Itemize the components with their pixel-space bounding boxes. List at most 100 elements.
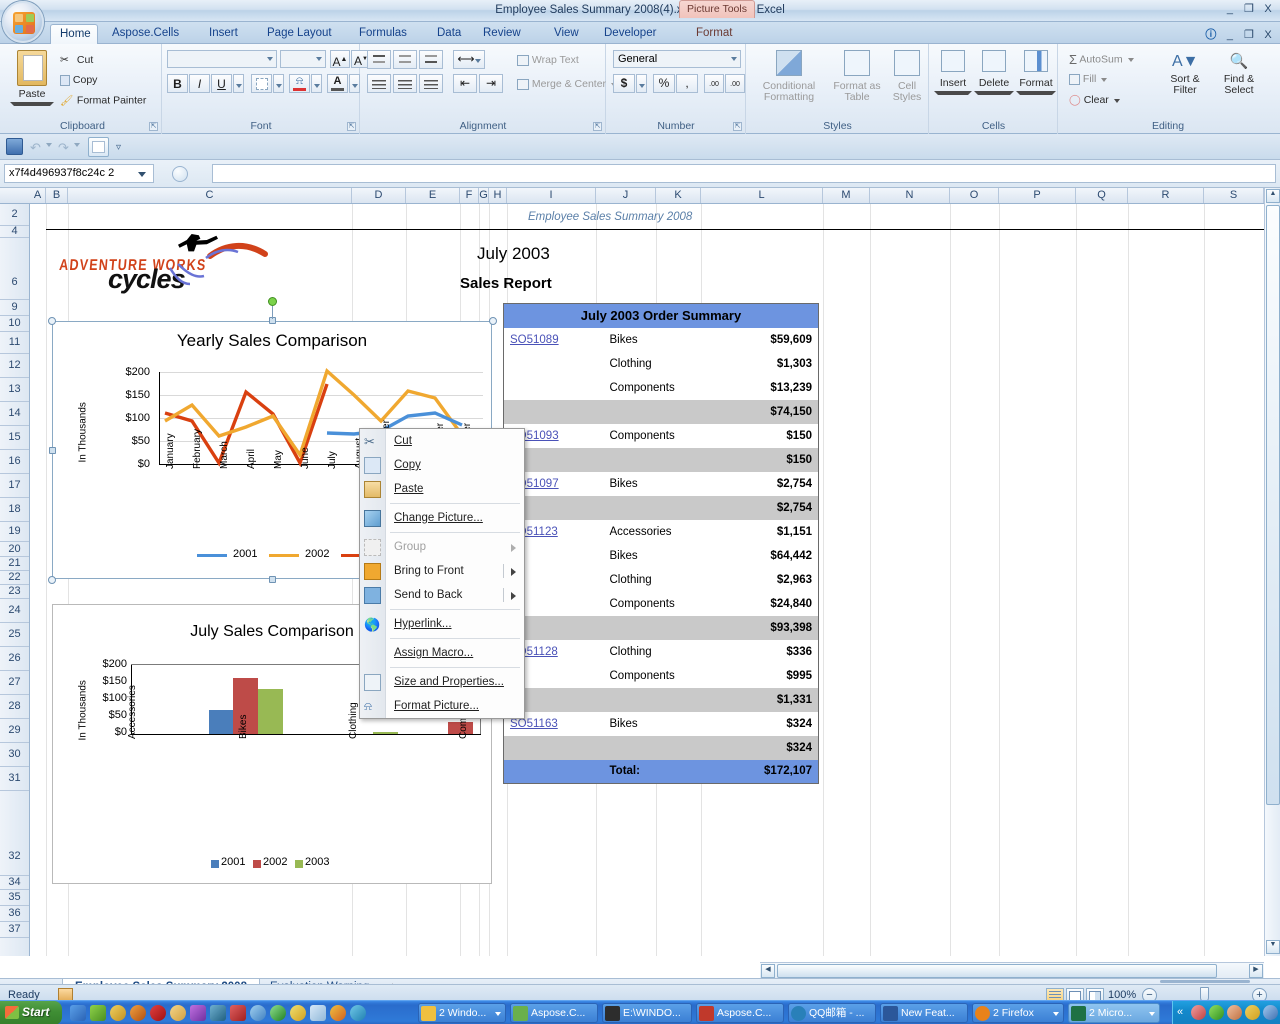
tray-overflow-icon[interactable]: «: [1177, 1006, 1183, 1018]
minimize-icon[interactable]: _: [1222, 3, 1238, 15]
conditional-formatting-button[interactable]: Conditional Formatting: [751, 50, 827, 103]
tab-formulas[interactable]: Formulas: [350, 24, 416, 44]
comma-format-button[interactable]: ,: [676, 74, 698, 93]
row-25[interactable]: 25: [0, 623, 29, 647]
row-20[interactable]: 20: [0, 542, 29, 557]
taskbar-button-excel[interactable]: 2 Micro...: [1068, 1003, 1160, 1023]
format-painter-button[interactable]: 🖌 Format Painter: [60, 94, 146, 107]
quicklaunch-icon-9[interactable]: [230, 1005, 246, 1021]
row-12[interactable]: 12: [0, 354, 29, 378]
row-30[interactable]: 30: [0, 743, 29, 767]
row-24[interactable]: 24: [0, 599, 29, 623]
taskbar-button-windows-explorer[interactable]: 2 Windo...: [418, 1003, 506, 1023]
wrap-text-button[interactable]: Wrap Text: [517, 54, 579, 66]
decrease-indent-button[interactable]: ⇤: [453, 74, 477, 93]
quicklaunch-icon-6[interactable]: [170, 1005, 186, 1021]
cell-styles-button[interactable]: Cell Styles: [886, 50, 928, 103]
ribbon-restore-icon[interactable]: ❐: [1241, 28, 1257, 41]
quicklaunch-chrome-icon[interactable]: [330, 1005, 346, 1021]
row-11[interactable]: 11: [0, 332, 29, 354]
orientation-button[interactable]: ⟷: [453, 50, 485, 69]
tab-view[interactable]: View: [545, 24, 588, 44]
row-22[interactable]: 22: [0, 571, 29, 585]
context-menu-item-bring-to-front[interactable]: Bring to Front: [360, 559, 524, 583]
name-box-dropdown-icon[interactable]: [138, 172, 146, 177]
align-center-button[interactable]: [393, 74, 417, 93]
undo-dropdown-icon[interactable]: [46, 143, 52, 147]
horizontal-scrollbar[interactable]: ◀ ▶: [760, 962, 1264, 978]
col-P[interactable]: P: [999, 188, 1076, 203]
align-bottom-button[interactable]: [419, 50, 443, 69]
row-17[interactable]: 17: [0, 474, 29, 498]
quicklaunch-icon-13[interactable]: [310, 1005, 326, 1021]
bold-button[interactable]: B: [167, 74, 188, 93]
vertical-scrollbar[interactable]: ▲ ▼: [1264, 188, 1280, 956]
scroll-right-button[interactable]: ▶: [1249, 964, 1263, 978]
office-button[interactable]: [2, 1, 44, 43]
col-C[interactable]: C: [68, 188, 352, 203]
resize-handle-sw[interactable]: [48, 576, 56, 584]
tab-review[interactable]: Review: [474, 24, 530, 44]
col-I[interactable]: I: [507, 188, 596, 203]
quicklaunch-firefox-icon[interactable]: [130, 1005, 146, 1021]
resize-handle-ne[interactable]: [489, 317, 497, 325]
copy-button[interactable]: Copy: [60, 74, 97, 86]
borders-button[interactable]: [251, 74, 272, 93]
row-28[interactable]: 28: [0, 695, 29, 719]
row-37[interactable]: 37: [0, 922, 29, 938]
tray-icon-4[interactable]: [1245, 1005, 1260, 1020]
col-B[interactable]: B: [46, 188, 68, 203]
formula-input[interactable]: [212, 164, 1276, 183]
taskbar-button-qq-mail[interactable]: QQ邮箱 - ...: [788, 1003, 876, 1023]
row-27[interactable]: 27: [0, 671, 29, 695]
quicklaunch-icon-1[interactable]: [70, 1005, 86, 1021]
help-icon[interactable]: ⓘ: [1203, 26, 1219, 42]
row-32[interactable]: 32: [0, 791, 29, 876]
tab-developer[interactable]: Developer: [595, 24, 665, 44]
quicklaunch-icon-15[interactable]: [350, 1005, 366, 1021]
context-menu-item-send-to-back[interactable]: Send to Back: [360, 583, 524, 607]
tray-icon-1[interactable]: [1191, 1005, 1206, 1020]
number-format-select[interactable]: General: [613, 50, 741, 68]
borders-dropdown[interactable]: [273, 74, 284, 93]
tray-icon-2[interactable]: [1209, 1005, 1224, 1020]
context-menu-item-assign-macro[interactable]: Assign Macro...: [360, 641, 524, 665]
fill-color-button[interactable]: ⍾: [289, 74, 310, 93]
tab-home[interactable]: Home: [50, 24, 98, 44]
row-2[interactable]: 2: [0, 204, 29, 226]
increase-font-size-button[interactable]: A▲: [330, 50, 350, 69]
row-31[interactable]: 31: [0, 767, 29, 791]
tab-page-layout[interactable]: Page Layout: [258, 24, 341, 44]
clipboard-dialog-launcher[interactable]: ⇱: [149, 122, 158, 131]
print-preview-button[interactable]: [88, 137, 109, 157]
chevron-down-icon[interactable]: [1053, 1012, 1059, 1016]
start-button[interactable]: Start: [0, 1001, 62, 1024]
currency-dropdown[interactable]: [636, 74, 647, 93]
chevron-down-icon[interactable]: [495, 1012, 501, 1016]
save-icon[interactable]: [6, 138, 23, 155]
context-menu-item-size-and-properties[interactable]: Size and Properties...: [360, 670, 524, 694]
chevron-down-icon[interactable]: [1149, 1012, 1155, 1016]
zoom-slider-track[interactable]: [1160, 980, 1250, 983]
col-R[interactable]: R: [1128, 188, 1204, 203]
taskbar-button-word-doc[interactable]: New Feat...: [880, 1003, 968, 1023]
col-N[interactable]: N: [870, 188, 950, 203]
quicklaunch-icon-7[interactable]: [190, 1005, 206, 1021]
vertical-scroll-thumb[interactable]: [1266, 205, 1280, 805]
font-dialog-launcher[interactable]: ⇱: [347, 122, 356, 131]
quicklaunch-icon-11[interactable]: [270, 1005, 286, 1021]
fill-color-dropdown[interactable]: [311, 74, 322, 93]
horizontal-scroll-thumb[interactable]: [777, 964, 1217, 978]
quicklaunch-icon-8[interactable]: [210, 1005, 226, 1021]
underline-button[interactable]: U: [211, 74, 232, 93]
tab-insert[interactable]: Insert: [200, 24, 247, 44]
col-S[interactable]: S: [1204, 188, 1264, 203]
insert-cells-button[interactable]: Insert: [934, 50, 972, 95]
window-controls[interactable]: _ ❐ X: [1222, 2, 1276, 15]
row-16[interactable]: 16: [0, 450, 29, 474]
submenu-arrow-icon[interactable]: [511, 568, 516, 576]
order-link[interactable]: SO51089: [510, 334, 559, 346]
row-29[interactable]: 29: [0, 719, 29, 743]
autosum-button[interactable]: Σ AutoSum: [1069, 52, 1134, 67]
col-G[interactable]: G: [479, 188, 489, 203]
